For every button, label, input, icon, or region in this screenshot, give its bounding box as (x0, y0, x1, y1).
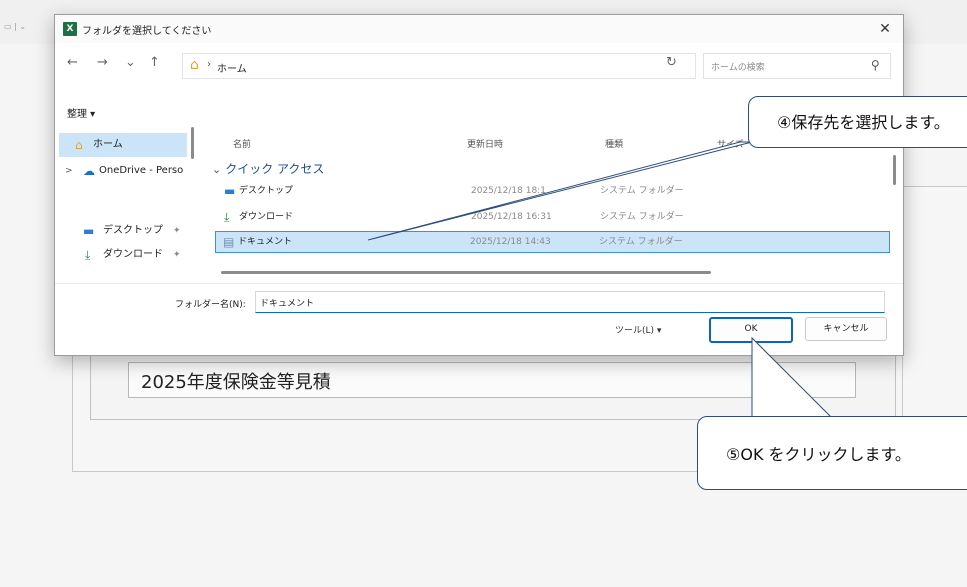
tools-menu[interactable]: ツール(L) ▾ (615, 323, 661, 336)
item-type: システム フォルダー (599, 237, 683, 247)
home-icon: ⌂ (75, 138, 83, 152)
folder-name-label: フォルダー名(N): (175, 300, 246, 310)
desktop-icon: ▬ (83, 224, 95, 238)
item-name: デスクトップ (239, 186, 294, 196)
navigation-bar: ← → ⌄ ↑ ⌂ › ホーム ⌄ ↻ ホームの検索 ⚲ (55, 49, 903, 79)
document-title-field[interactable]: 2025年度保険金等見積 (128, 362, 856, 398)
cancel-button[interactable]: キャンセル (805, 317, 887, 341)
excel-icon: X (63, 22, 77, 36)
chevron-down-icon: ⌄ (212, 163, 222, 176)
breadcrumb-home[interactable]: ホーム (217, 60, 247, 75)
document-title-text: 2025年度保険金等見積 (141, 372, 331, 393)
footer-divider (55, 283, 903, 284)
recent-locations-chevron-icon[interactable]: ⌄ (125, 55, 136, 71)
home-icon: ⌂ (190, 57, 199, 73)
group-label: クイック アクセス (225, 162, 325, 176)
folder-name-value: ドキュメント (260, 299, 315, 309)
column-modified[interactable]: 更新日時 (467, 137, 503, 150)
horizontal-scrollbar[interactable] (221, 271, 711, 274)
sidebar-item-label: ホーム (93, 139, 123, 150)
back-arrow-icon[interactable]: ← (67, 55, 78, 71)
quick-access-group[interactable]: ⌄ クイック アクセス (212, 160, 324, 177)
close-icon[interactable]: ✕ (875, 19, 895, 39)
sidebar-scrollbar[interactable] (191, 127, 194, 159)
pin-icon: ✦ (173, 226, 181, 236)
pin-icon: ✦ (173, 250, 181, 260)
document-icon: ▤ (223, 235, 235, 249)
sidebar-item-label: ダウンロード (103, 249, 163, 260)
navigation-pane: ⌂ ホーム > ☁ OneDrive - Perso ▬ デスクトップ ✦ ⤓ … (55, 123, 195, 283)
column-name[interactable]: 名前 (233, 137, 251, 150)
address-bar[interactable]: ⌂ › ホーム ⌄ (182, 53, 718, 79)
up-arrow-icon[interactable]: ↑ (149, 55, 160, 71)
background-side-panel (902, 186, 967, 418)
item-type: システム フォルダー (600, 186, 684, 196)
item-date: 2025/12/18 14:43 (470, 237, 551, 247)
cloud-icon: ☁ (83, 164, 95, 178)
sidebar-item-downloads[interactable]: ⤓ ダウンロード ✦ (55, 243, 187, 267)
search-icon: ⚲ (871, 58, 880, 72)
sidebar-item-desktop[interactable]: ▬ デスクトップ ✦ (55, 219, 187, 243)
search-box[interactable]: ホームの検索 ⚲ (703, 53, 891, 79)
callout-text: ④保存先を選択します。 (777, 113, 950, 132)
dialog-titlebar: X フォルダを選択してください ✕ (55, 15, 903, 43)
list-item-documents[interactable]: ▤ ドキュメント 2025/12/18 14:43 システム フォルダー (215, 231, 890, 253)
callout-text: ⑤OK をクリックします。 (726, 445, 911, 464)
callout-select-destination: ④保存先を選択します。 (748, 96, 967, 148)
column-size[interactable]: サイズ (717, 137, 744, 150)
sidebar-item-label: デスクトップ (103, 225, 163, 236)
callout-click-ok: ⑤OK をクリックします。 (697, 416, 967, 490)
list-item-desktop[interactable]: ▬ デスクトップ 2025/12/18 18:1 システム フォルダー (217, 181, 887, 201)
item-type: システム フォルダー (600, 212, 684, 222)
item-name: ドキュメント (238, 237, 293, 247)
folder-name-field[interactable]: ドキュメント (255, 291, 885, 313)
search-placeholder: ホームの検索 (711, 63, 765, 73)
item-date: 2025/12/18 16:31 (471, 212, 552, 222)
sidebar-item-home[interactable]: ⌂ ホーム (59, 133, 187, 157)
download-icon: ⤓ (224, 210, 230, 224)
sidebar-item-label: OneDrive - Perso (99, 165, 184, 176)
refresh-icon[interactable]: ↻ (666, 55, 677, 70)
sidebar-item-onedrive[interactable]: > ☁ OneDrive - Perso (55, 159, 187, 183)
ok-button[interactable]: OK (709, 317, 793, 343)
dialog-title: フォルダを選択してください (82, 26, 212, 37)
expand-chevron-icon[interactable]: > (65, 159, 73, 183)
organize-menu[interactable]: 整理 ▾ (67, 105, 95, 120)
forward-arrow-icon[interactable]: → (97, 55, 108, 71)
folder-picker-dialog: X フォルダを選択してください ✕ ← → ⌄ ↑ ⌂ › ホーム ⌄ ↻ ホー… (54, 14, 904, 356)
column-type[interactable]: 種類 (605, 137, 623, 150)
item-date: 2025/12/18 18:1 (471, 186, 546, 196)
desktop-icon: ▬ (224, 184, 236, 198)
background-breadcrumb: ▭ | ⌄ (4, 22, 27, 31)
list-item-downloads[interactable]: ⤓ ダウンロード 2025/12/18 16:31 システム フォルダー (217, 207, 887, 227)
vertical-scrollbar[interactable] (893, 155, 896, 185)
item-name: ダウンロード (239, 212, 294, 222)
download-icon: ⤓ (85, 248, 91, 262)
breadcrumb-separator: › (207, 59, 211, 70)
